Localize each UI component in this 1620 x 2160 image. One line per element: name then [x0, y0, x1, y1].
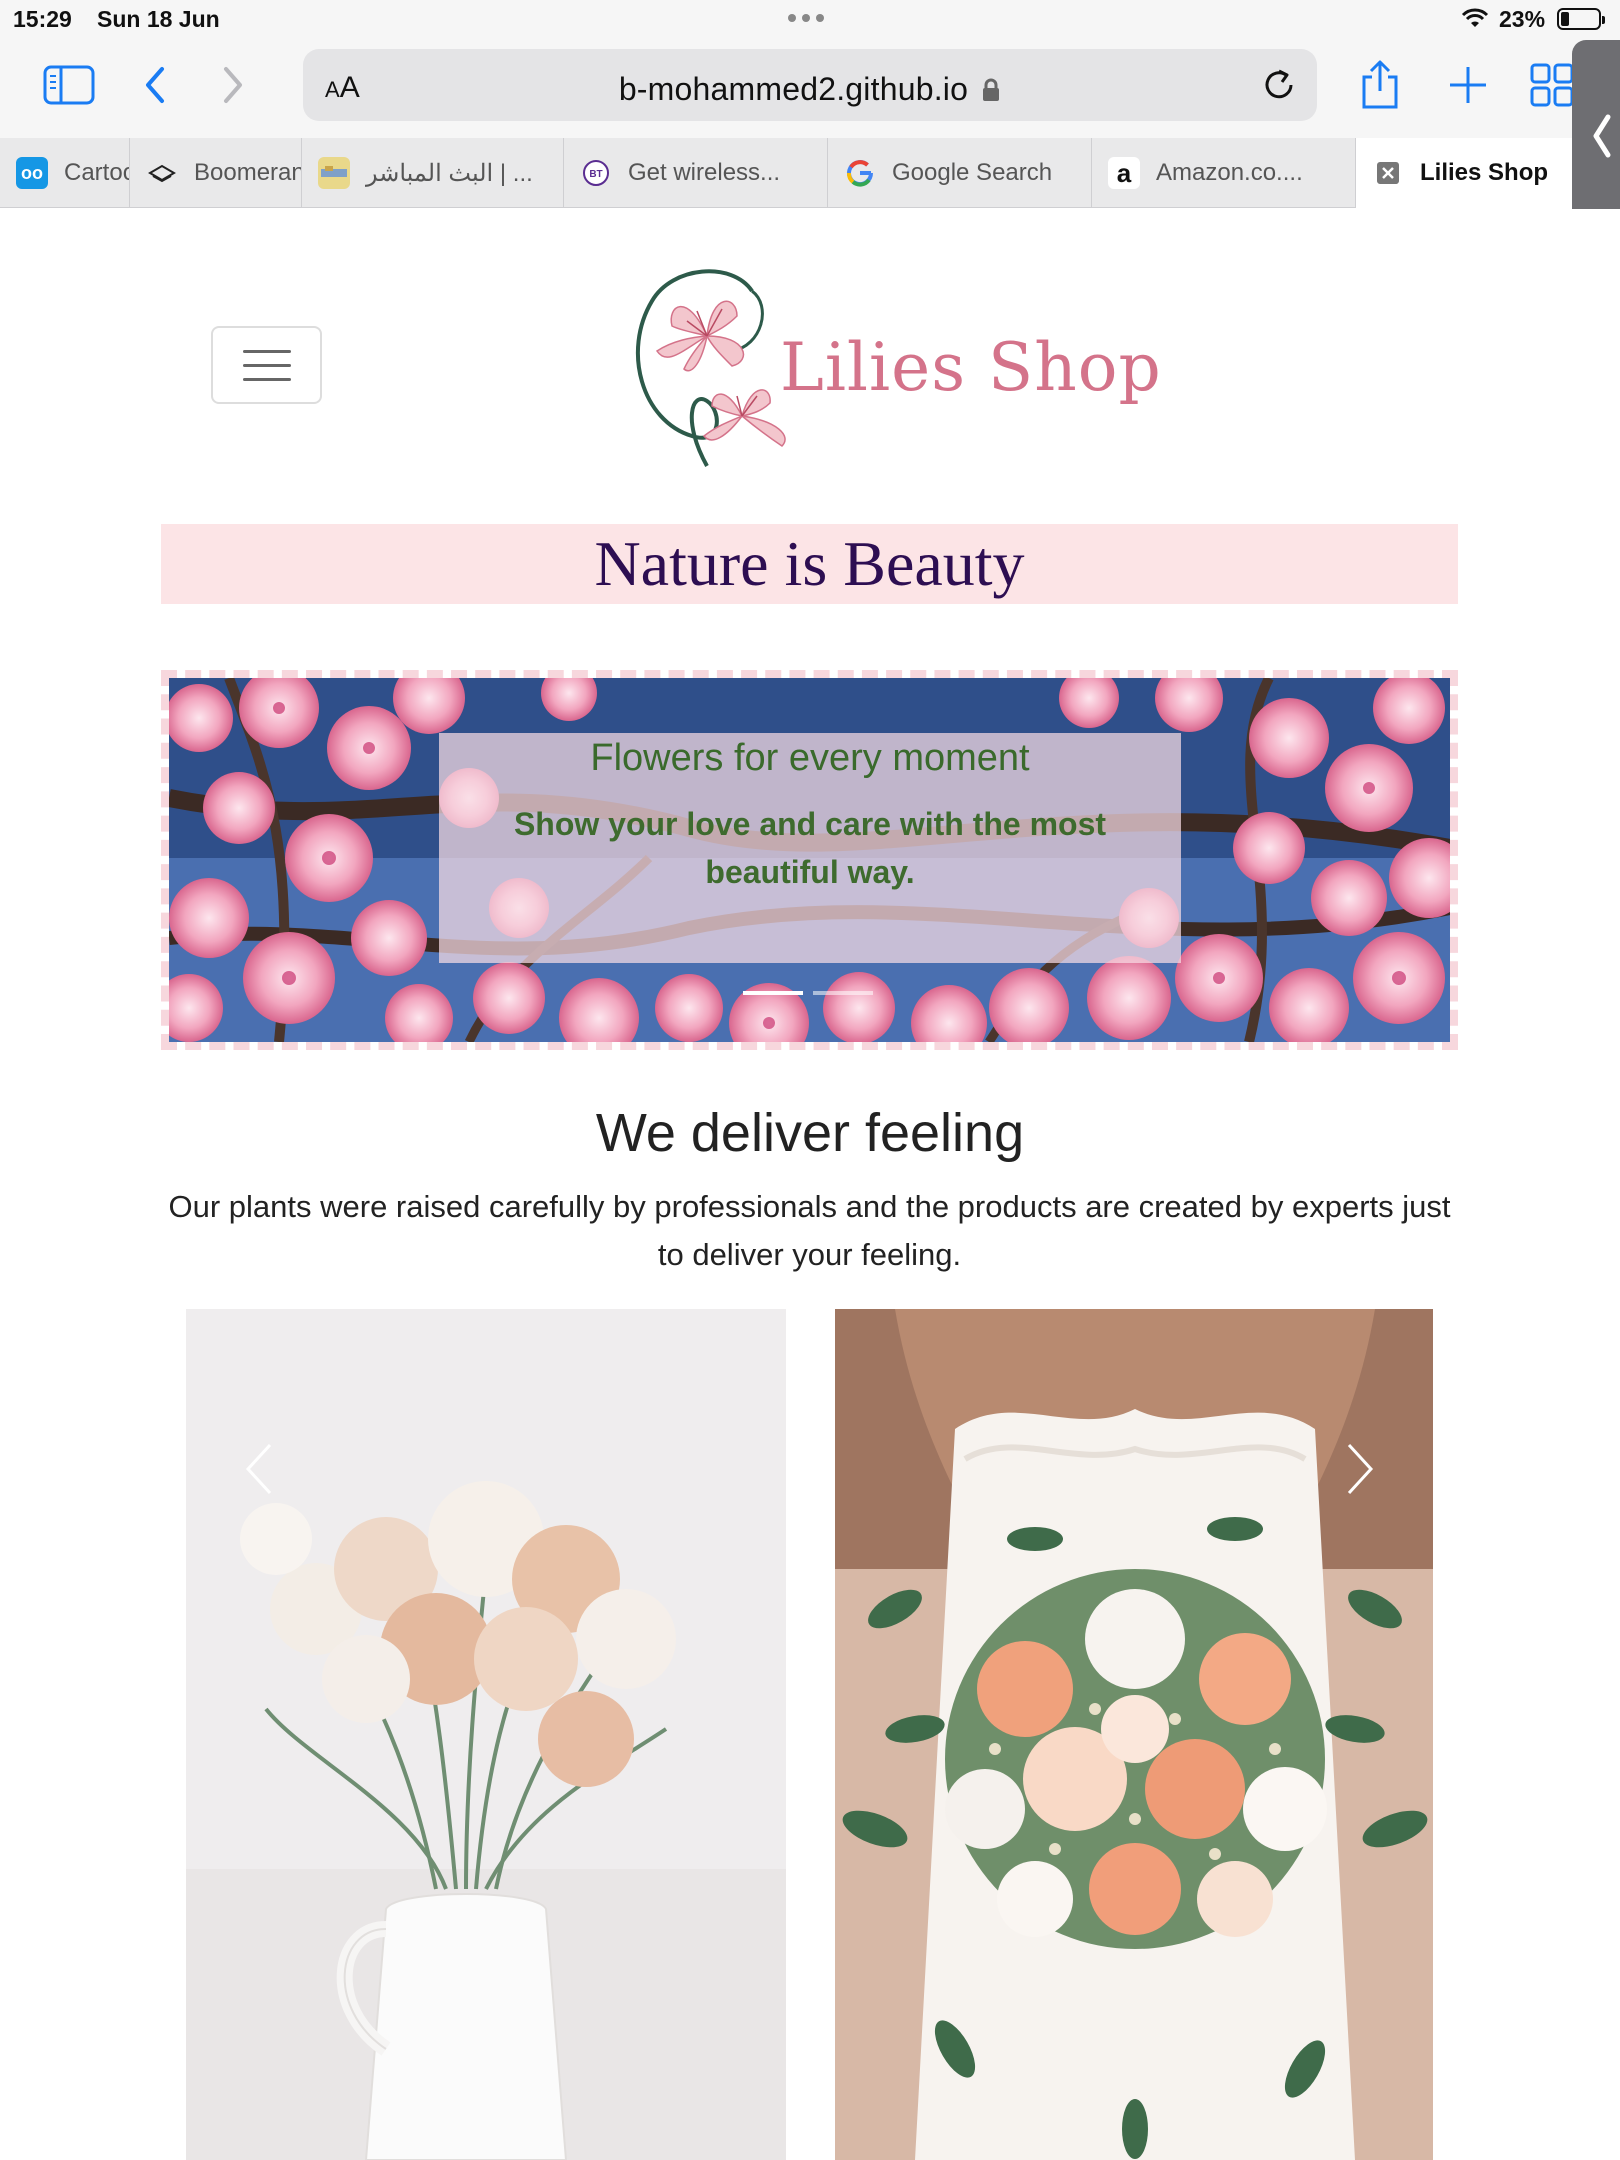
tab-label: Amazon.co.... — [1156, 159, 1303, 186]
battery-icon — [1557, 8, 1605, 30]
carousel-title: Flowers for every moment — [590, 737, 1030, 779]
web-page: Lilies Shop Nature is Beauty Flowers for… — [0, 209, 1620, 2160]
back-icon[interactable] — [127, 60, 183, 110]
close-tab-icon[interactable] — [1372, 157, 1404, 189]
browser-toolbar: AAAA b-mohammed2.github.io — [0, 40, 1620, 138]
carousel-caption: Flowers for every moment Show your love … — [439, 733, 1181, 963]
carousel-indicators — [743, 991, 873, 995]
tab-strip: oo Cartoon Network Boomerang البث المباش… — [0, 138, 1620, 208]
cartoon-network-icon: oo — [16, 157, 48, 189]
carousel-subtitle: Show your love and care with the most be… — [513, 806, 1107, 890]
tab-label: Lilies Shop — [1420, 159, 1549, 186]
status-bar: 15:29 Sun 18 Jun 23% — [0, 0, 1620, 40]
multitasking-dots-icon[interactable] — [788, 14, 824, 22]
tagline-banner: Nature is Beauty — [161, 524, 1458, 604]
tab-label: Cartoon Network — [64, 159, 129, 186]
lock-icon — [983, 78, 1000, 101]
tab-get-wireless[interactable]: BT Get wireless... — [564, 138, 828, 208]
live-stream-icon — [318, 157, 350, 189]
svg-text:BT: BT — [589, 169, 602, 180]
bt-icon: BT — [580, 157, 612, 189]
tab-amazon[interactable]: a Amazon.co.... — [1092, 138, 1356, 208]
carousel-indicator-2[interactable] — [813, 991, 873, 995]
carousel-indicator-1[interactable] — [743, 991, 803, 995]
section-heading: We deliver feeling — [595, 1103, 1025, 1163]
reload-icon[interactable] — [1259, 65, 1299, 110]
google-icon — [844, 157, 876, 189]
wifi-icon — [1460, 6, 1490, 36]
menu-toggle-button[interactable] — [211, 326, 322, 404]
forward-icon[interactable] — [205, 60, 261, 110]
tab-label: Boomerang — [194, 159, 301, 186]
tab-cartoon-network[interactable]: oo Cartoon Network — [0, 138, 130, 208]
carousel-next-icon[interactable] — [1330, 1429, 1390, 1509]
sidebar-icon[interactable] — [41, 60, 97, 110]
address-bar[interactable]: AAAA b-mohammed2.github.io — [303, 49, 1317, 121]
tab-boomerang[interactable]: Boomerang — [130, 138, 302, 208]
screen: 15:29 Sun 18 Jun 23% AAAA b-mohammed2.gi… — [0, 0, 1620, 2160]
url-text: b-mohammed2.github.io — [303, 71, 1317, 108]
section-description: Our plants were raised carefully by prof… — [168, 1189, 1451, 1272]
tab-label: البث المباشر | ... — [366, 159, 533, 187]
amazon-icon: a — [1108, 157, 1140, 189]
brand-name: Lilies Shop — [780, 329, 1162, 406]
share-icon[interactable] — [1352, 60, 1408, 110]
side-panel-handle[interactable] — [1572, 40, 1620, 232]
tab-label: Google Search — [892, 159, 1053, 186]
battery-percent: 23% — [1499, 6, 1546, 32]
tab-live-stream[interactable]: البث المباشر | ... — [302, 138, 564, 208]
status-date: Sun 18 Jun — [97, 6, 220, 32]
boomerang-icon — [146, 157, 178, 189]
status-time: 15:29 — [13, 6, 72, 32]
hero-carousel[interactable]: Flowers for every moment Show your love … — [161, 670, 1458, 1050]
chevron-left-icon — [1593, 114, 1611, 158]
tab-label: Get wireless... — [628, 159, 781, 186]
new-tab-icon[interactable] — [1440, 60, 1496, 110]
tab-google-search[interactable]: Google Search — [828, 138, 1092, 208]
carousel-prev-icon[interactable] — [229, 1429, 289, 1509]
